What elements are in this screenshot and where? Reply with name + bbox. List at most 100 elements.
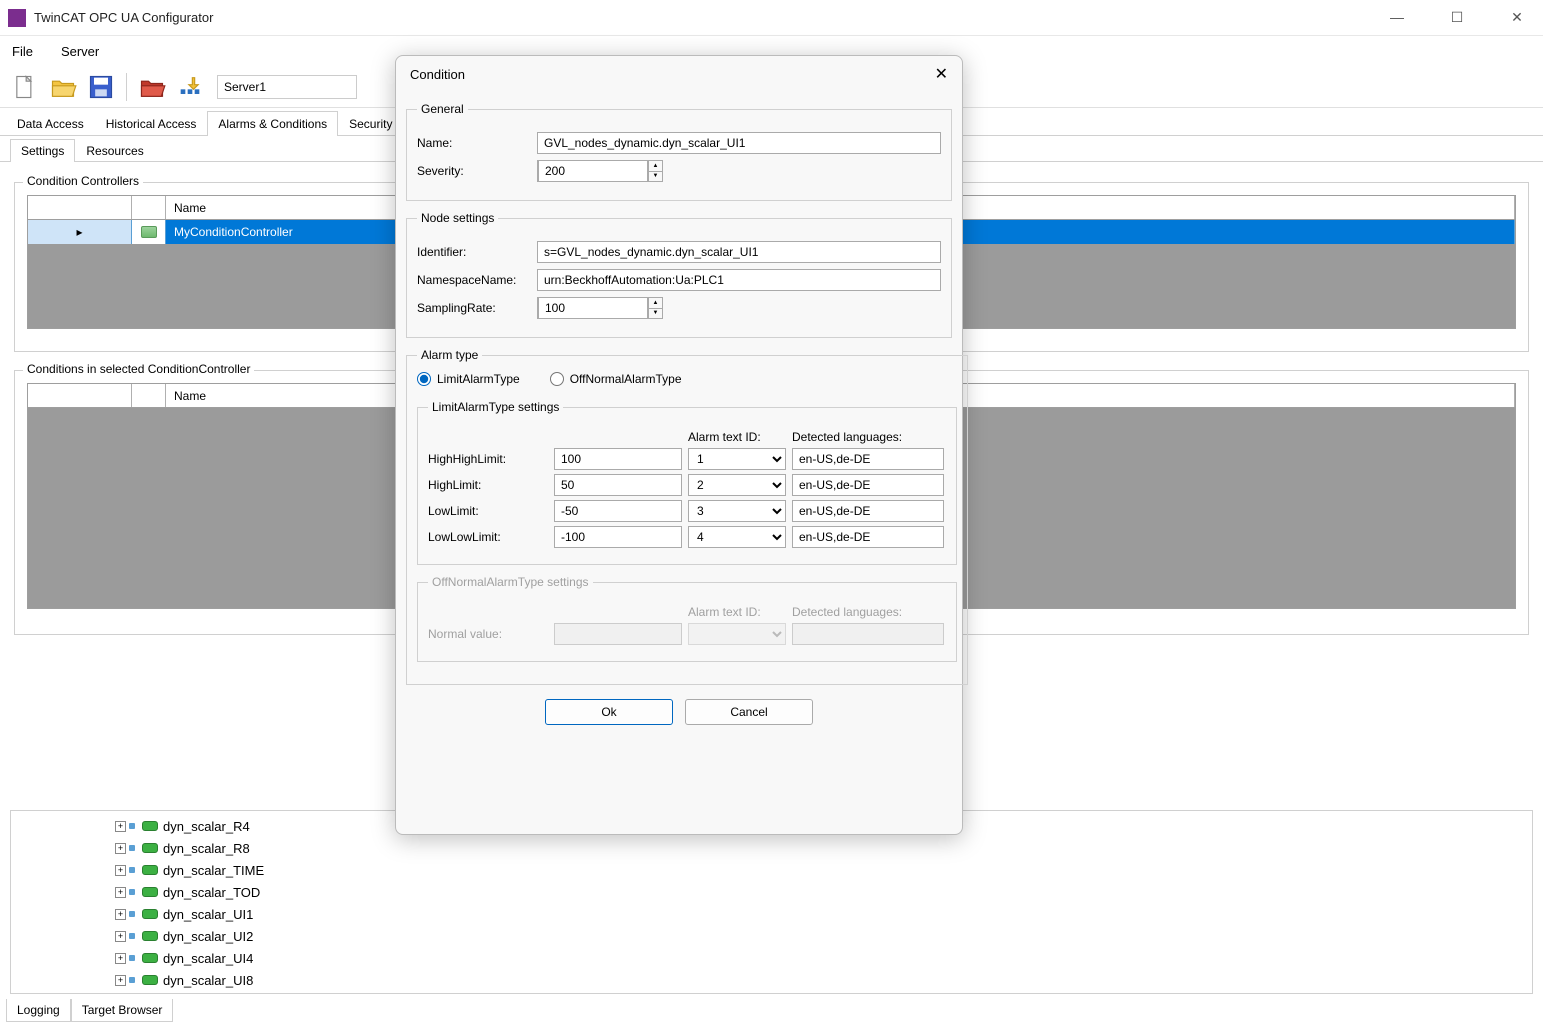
bottom-tabs: Logging Target Browser xyxy=(6,999,173,1022)
tree-node[interactable]: + dyn_scalar_TIME xyxy=(115,859,1528,881)
limit-langs: en-US,de-DE xyxy=(792,448,944,470)
expander-icon[interactable]: + xyxy=(115,975,126,986)
sampling-spinner[interactable]: ▲▼ xyxy=(537,297,663,319)
conditions-legend: Conditions in selected ConditionControll… xyxy=(23,362,254,376)
btab-target-browser[interactable]: Target Browser xyxy=(71,999,174,1022)
alarm-type-fieldset: Alarm type LimitAlarmType OffNormalAlarm… xyxy=(406,348,968,685)
variable-icon xyxy=(142,909,158,919)
limit-value-field[interactable] xyxy=(554,526,682,548)
tree-node-label: dyn_scalar_UI4 xyxy=(163,951,253,966)
dot-icon xyxy=(129,911,135,917)
new-file-icon[interactable] xyxy=(8,70,42,104)
tree-node[interactable]: + dyn_scalar_TOD xyxy=(115,881,1528,903)
cancel-button[interactable]: Cancel xyxy=(685,699,813,725)
tree-node[interactable]: + dyn_scalar_UI2 xyxy=(115,925,1528,947)
limit-id-select[interactable]: 3 xyxy=(688,500,786,522)
expander-icon[interactable]: + xyxy=(115,887,126,898)
limit-id-select[interactable]: 2 xyxy=(688,474,786,496)
tree-node-label: dyn_scalar_UI2 xyxy=(163,929,253,944)
limit-row: LowLowLimit:4en-US,de-DE xyxy=(428,526,946,548)
radio-offnormal-input[interactable] xyxy=(550,372,564,386)
limit-legend: LimitAlarmType settings xyxy=(428,400,563,414)
expander-icon[interactable]: + xyxy=(115,865,126,876)
menu-server[interactable]: Server xyxy=(61,44,99,59)
tree-node-label: dyn_scalar_TOD xyxy=(163,885,260,900)
limit-value-field[interactable] xyxy=(554,474,682,496)
limit-settings-fieldset: LimitAlarmType settings Alarm text ID: D… xyxy=(417,400,957,565)
subtab-settings[interactable]: Settings xyxy=(10,139,75,162)
save-icon[interactable] xyxy=(84,70,118,104)
offnormal-header-langs: Detected languages: xyxy=(792,605,946,619)
identifier-field[interactable] xyxy=(537,241,941,263)
spinner-down-icon[interactable]: ▼ xyxy=(649,309,662,319)
normal-value-label: Normal value: xyxy=(428,627,554,641)
tree-node[interactable]: + dyn_scalar_R8 xyxy=(115,837,1528,859)
titlebar: TwinCAT OPC UA Configurator — ☐ ✕ xyxy=(0,0,1543,36)
server-select[interactable]: Server1 xyxy=(217,75,357,99)
dot-icon xyxy=(129,867,135,873)
close-button[interactable]: ✕ xyxy=(1499,9,1535,26)
expander-icon[interactable]: + xyxy=(115,843,126,854)
tree-node[interactable]: +dyn_scalar_UI8 xyxy=(115,969,1528,991)
variable-icon xyxy=(142,887,158,897)
variable-icon xyxy=(142,821,158,831)
expander-icon[interactable]: + xyxy=(115,909,126,920)
expander-icon[interactable]: + xyxy=(115,953,126,964)
limit-header-langs: Detected languages: xyxy=(792,430,946,444)
dot-icon xyxy=(129,955,135,961)
radio-limit-input[interactable] xyxy=(417,372,431,386)
offnormal-legend: OffNormalAlarmType settings xyxy=(428,575,593,589)
dot-icon xyxy=(129,889,135,895)
spinner-up-icon[interactable]: ▲ xyxy=(649,298,662,309)
spinner-up-icon[interactable]: ▲ xyxy=(649,161,662,172)
dot-icon xyxy=(129,933,135,939)
spinner-down-icon[interactable]: ▼ xyxy=(649,172,662,182)
limit-id-select[interactable]: 4 xyxy=(688,526,786,548)
dialog-title: Condition xyxy=(410,67,465,82)
limit-value-field[interactable] xyxy=(554,500,682,522)
minimize-button[interactable]: — xyxy=(1379,9,1415,26)
maximize-button[interactable]: ☐ xyxy=(1439,9,1475,26)
radio-offnormal[interactable]: OffNormalAlarmType xyxy=(550,372,682,386)
dot-icon xyxy=(129,823,135,829)
node-legend: Node settings xyxy=(417,211,498,225)
limit-label: HighHighLimit: xyxy=(428,452,554,466)
severity-input[interactable] xyxy=(538,160,648,182)
normal-value-field xyxy=(554,623,682,645)
tree-node-label: dyn_scalar_TIME xyxy=(163,863,264,878)
name-field[interactable] xyxy=(537,132,941,154)
condition-controllers-legend: Condition Controllers xyxy=(23,174,143,188)
subtab-resources[interactable]: Resources xyxy=(75,139,154,162)
menu-file[interactable]: File xyxy=(12,44,33,59)
btab-logging[interactable]: Logging xyxy=(6,999,71,1022)
limit-id-select[interactable]: 1 xyxy=(688,448,786,470)
sampling-label: SamplingRate: xyxy=(417,301,537,315)
severity-label: Severity: xyxy=(417,164,537,178)
ok-button[interactable]: Ok xyxy=(545,699,673,725)
limit-langs: en-US,de-DE xyxy=(792,500,944,522)
tab-security[interactable]: Security xyxy=(338,111,403,136)
severity-spinner[interactable]: ▲▼ xyxy=(537,160,663,182)
browser-tree[interactable]: +dyn_scalar_R4+dyn_scalar_R8+dyn_scalar_… xyxy=(15,815,1528,991)
deploy-icon[interactable] xyxy=(173,70,207,104)
expander-icon[interactable]: + xyxy=(115,821,126,832)
namespace-field[interactable] xyxy=(537,269,941,291)
tree-node-label: dyn_scalar_R8 xyxy=(163,841,250,856)
identifier-label: Identifier: xyxy=(417,245,537,259)
dialog-close-icon[interactable]: ✕ xyxy=(935,64,948,84)
tree-node-label: dyn_scalar_R4 xyxy=(163,819,250,834)
node-settings-fieldset: Node settings Identifier: NamespaceName:… xyxy=(406,211,952,338)
limit-value-field[interactable] xyxy=(554,448,682,470)
tab-historical-access[interactable]: Historical Access xyxy=(95,111,208,136)
radio-limit[interactable]: LimitAlarmType xyxy=(417,372,520,386)
tree-node[interactable]: +dyn_scalar_UI1 xyxy=(115,903,1528,925)
tree-node[interactable]: + dyn_scalar_UI4 xyxy=(115,947,1528,969)
app-icon xyxy=(8,9,26,27)
open-red-folder-icon[interactable] xyxy=(135,70,169,104)
expander-icon[interactable]: + xyxy=(115,931,126,942)
sampling-input[interactable] xyxy=(538,297,648,319)
tab-alarms-conditions[interactable]: Alarms & Conditions xyxy=(207,111,338,136)
normal-langs xyxy=(792,623,944,645)
tab-data-access[interactable]: Data Access xyxy=(6,111,95,136)
open-folder-icon[interactable] xyxy=(46,70,80,104)
